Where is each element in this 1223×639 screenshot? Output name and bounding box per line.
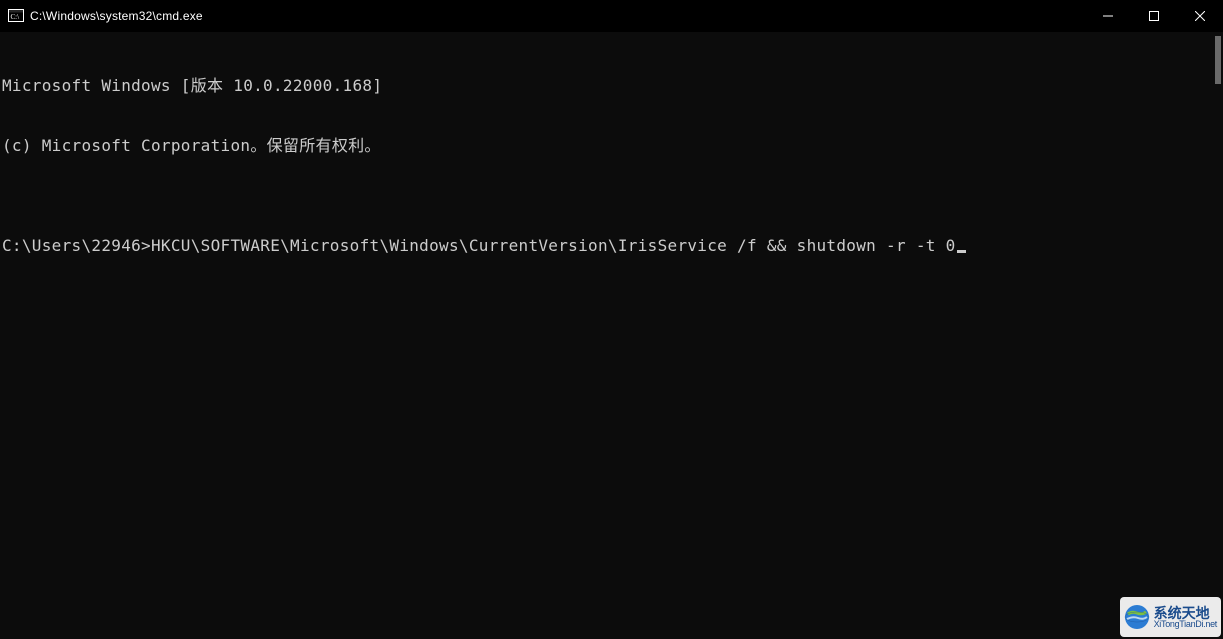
- window-title: C:\Windows\system32\cmd.exe: [30, 9, 203, 23]
- maximize-icon: [1149, 11, 1159, 21]
- command-text: HKCU\SOFTWARE\Microsoft\Windows\CurrentV…: [151, 236, 956, 256]
- scrollbar[interactable]: [1206, 32, 1223, 639]
- watermark-title: 系统天地: [1154, 606, 1217, 620]
- minimize-icon: [1103, 11, 1113, 21]
- cursor: [957, 250, 966, 253]
- close-icon: [1195, 11, 1205, 21]
- prompt-line: C:\Users\22946>HKCU\SOFTWARE\Microsoft\W…: [2, 236, 1223, 256]
- svg-text:C:\: C:\: [11, 13, 20, 21]
- globe-icon: [1124, 604, 1150, 630]
- window-controls: [1085, 0, 1223, 32]
- titlebar: C:\ C:\Windows\system32\cmd.exe: [0, 0, 1223, 32]
- titlebar-left: C:\ C:\Windows\system32\cmd.exe: [8, 8, 203, 24]
- close-button[interactable]: [1177, 0, 1223, 32]
- watermark: 系统天地 XiTongTianDi.net: [1120, 597, 1221, 637]
- cmd-icon: C:\: [8, 8, 24, 24]
- watermark-url: XiTongTianDi.net: [1154, 620, 1217, 629]
- copyright-line: (c) Microsoft Corporation。保留所有权利。: [2, 136, 1223, 156]
- terminal-output[interactable]: Microsoft Windows [版本 10.0.22000.168] (c…: [0, 32, 1223, 639]
- watermark-text: 系统天地 XiTongTianDi.net: [1154, 606, 1217, 629]
- prompt: C:\Users\22946>: [2, 236, 151, 256]
- minimize-button[interactable]: [1085, 0, 1131, 32]
- maximize-button[interactable]: [1131, 0, 1177, 32]
- scroll-thumb[interactable]: [1215, 36, 1221, 84]
- version-line: Microsoft Windows [版本 10.0.22000.168]: [2, 76, 1223, 96]
